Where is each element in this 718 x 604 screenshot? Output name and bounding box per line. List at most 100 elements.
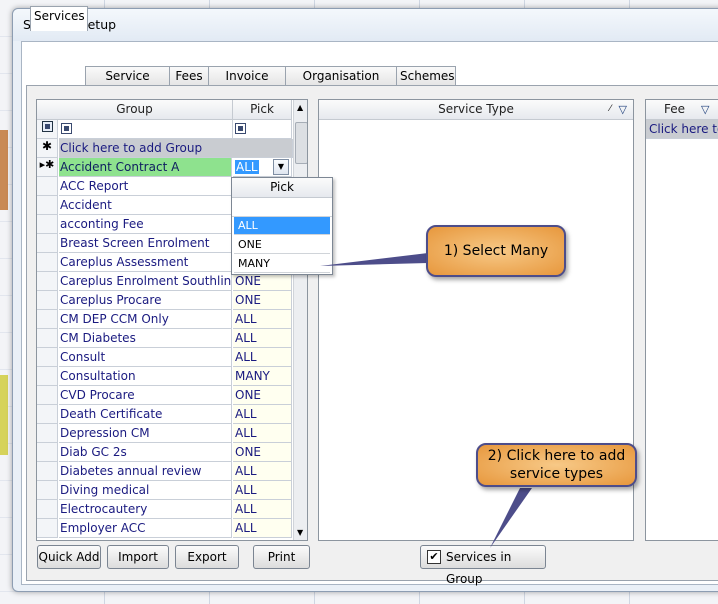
export-button[interactable]: Export	[175, 545, 239, 569]
group-cell[interactable]: Employer ACC	[59, 519, 232, 538]
checkbox-checked-icon[interactable]: ✔	[427, 550, 441, 564]
scrollbar-thumb[interactable]	[295, 122, 307, 164]
import-button[interactable]: Import	[107, 545, 169, 569]
row-selector[interactable]	[37, 177, 58, 196]
row-selector[interactable]	[37, 272, 58, 291]
group-grid-scrollbar[interactable]: ▲ ▼	[293, 100, 307, 540]
row-selector[interactable]	[37, 367, 58, 386]
row-selector[interactable]	[37, 253, 58, 272]
group-cell[interactable]: Consultation	[59, 367, 232, 386]
group-cell[interactable]: Breast Screen Enrolment	[59, 234, 232, 253]
dropdown-option-many[interactable]: MANY	[234, 255, 330, 273]
tab-organisation-types[interactable]: Organisation Types	[285, 66, 397, 102]
group-cell[interactable]: Consult	[59, 348, 232, 367]
pick-cell[interactable]: ONE	[233, 386, 292, 405]
group-cell[interactable]: Accident	[59, 196, 232, 215]
group-cell[interactable]: CVD Procare	[59, 386, 232, 405]
row-selector[interactable]	[37, 462, 58, 481]
pick-cell[interactable]: ONE	[233, 443, 292, 462]
pick-cell[interactable]: ALL	[233, 500, 292, 519]
group-cell[interactable]: Careplus Assessment	[59, 253, 232, 272]
row-selector[interactable]	[37, 500, 58, 519]
group-cell[interactable]: Careplus Procare	[59, 291, 232, 310]
row-selector[interactable]	[37, 310, 58, 329]
dropdown-blank-option[interactable]	[232, 198, 332, 217]
row-selector[interactable]	[37, 329, 58, 348]
column-header-fee[interactable]: Fee ▽	[646, 100, 718, 120]
dropdown-option-all[interactable]: ALL	[234, 217, 330, 235]
row-selector[interactable]	[37, 519, 58, 538]
filter-funnel-icon[interactable]: ▽	[619, 100, 627, 119]
filter-funnel-icon[interactable]: ▽	[701, 100, 709, 119]
group-filter-cell[interactable]	[59, 120, 233, 139]
pick-cell[interactable]: ONE	[233, 291, 292, 310]
group-cell[interactable]: Diab GC 2s	[59, 443, 232, 462]
row-selector[interactable]	[37, 481, 58, 500]
title-bar[interactable]: Services Setup	[13, 9, 718, 41]
row-selector[interactable]	[37, 348, 58, 367]
row-selector[interactable]	[37, 443, 58, 462]
group-cell[interactable]: Depression CM	[59, 424, 232, 443]
row-selector[interactable]	[37, 234, 58, 253]
add-group-row[interactable]: Click here to add Group	[59, 139, 293, 158]
filter-icon	[61, 123, 72, 134]
pick-cell[interactable]: ALL	[233, 329, 292, 348]
pick-cell[interactable]: MANY	[233, 367, 292, 386]
group-cell[interactable]: Electrocautery	[59, 500, 232, 519]
row-selector[interactable]	[37, 405, 58, 424]
chevron-down-icon[interactable]: ▼	[273, 159, 289, 175]
selected-group-cell[interactable]: Accident Contract A	[59, 158, 232, 177]
pick-cell[interactable]: ALL	[233, 424, 292, 443]
group-cell[interactable]: Death Certificate	[59, 405, 232, 424]
pick-cell[interactable]: ALL	[233, 462, 292, 481]
pick-cell[interactable]: ALL	[233, 519, 292, 538]
service-type-header-label: Service Type	[438, 102, 514, 116]
services-in-group-toggle[interactable]: ✔ Services in Group	[420, 545, 546, 586]
scroll-down-icon[interactable]: ▼	[297, 528, 303, 537]
pick-dropdown: Pick ALL ONE MANY	[231, 177, 333, 275]
tab-schemes[interactable]: Schemes	[396, 66, 456, 86]
group-cell[interactable]: Diabetes annual review	[59, 462, 232, 481]
group-grid: Group Pick ✱ Click here to add Group ▸✱ …	[36, 99, 308, 541]
print-button[interactable]: Print	[253, 545, 310, 569]
pick-cell[interactable]: ALL	[233, 481, 292, 500]
new-row-indicator: ✱	[37, 139, 58, 158]
background-window-edge	[0, 375, 8, 455]
pick-cell[interactable]: ALL	[233, 405, 292, 424]
pick-combo-cell[interactable]: ALL ▼	[233, 158, 292, 177]
pick-combo-value: ALL	[235, 160, 259, 174]
filter-clear-icon[interactable]	[41, 121, 53, 132]
group-cell[interactable]: Careplus Enrolment Southlink	[59, 272, 232, 291]
row-selector[interactable]	[37, 386, 58, 405]
row-selector[interactable]	[37, 424, 58, 443]
tab-label: Services	[34, 9, 85, 23]
row-selector[interactable]	[37, 291, 58, 310]
tab-services[interactable]: Services	[30, 6, 88, 31]
scroll-up-icon[interactable]: ▲	[297, 103, 303, 112]
filter-icon	[235, 123, 246, 134]
dropdown-header: Pick	[232, 178, 332, 198]
group-cell[interactable]: Diving medical	[59, 481, 232, 500]
column-header-group[interactable]: Group	[37, 100, 233, 120]
group-cell[interactable]: acconting Fee	[59, 215, 232, 234]
pick-cell[interactable]: ALL	[233, 348, 292, 367]
column-header-pick[interactable]: Pick	[233, 100, 292, 120]
filter-row-selector	[37, 120, 58, 139]
pick-cell[interactable]: ALL	[233, 310, 292, 329]
row-selector[interactable]	[37, 215, 58, 234]
fee-grid: Fee ▽ Click here to	[645, 99, 718, 541]
tab-service-types[interactable]: Service Types	[85, 66, 170, 102]
group-cell[interactable]: ACC Report	[59, 177, 232, 196]
group-cell[interactable]: CM DEP CCM Only	[59, 310, 232, 329]
tab-fees[interactable]: Fees	[169, 66, 209, 86]
column-header-service-type[interactable]: Service Type ⁄ ▽	[319, 100, 633, 120]
group-cell[interactable]: CM Diabetes	[59, 329, 232, 348]
quick-add-button[interactable]: Quick Add	[37, 545, 101, 569]
pick-filter-cell[interactable]	[233, 120, 292, 139]
row-selector[interactable]	[37, 196, 58, 215]
add-fee-row[interactable]: Click here to	[646, 120, 718, 139]
sort-icon: ⁄	[609, 104, 611, 114]
tab-invoice-type[interactable]: Invoice Type	[208, 66, 286, 102]
dropdown-option-one[interactable]: ONE	[234, 236, 330, 254]
services-in-group-label: Services in Group	[446, 550, 512, 586]
